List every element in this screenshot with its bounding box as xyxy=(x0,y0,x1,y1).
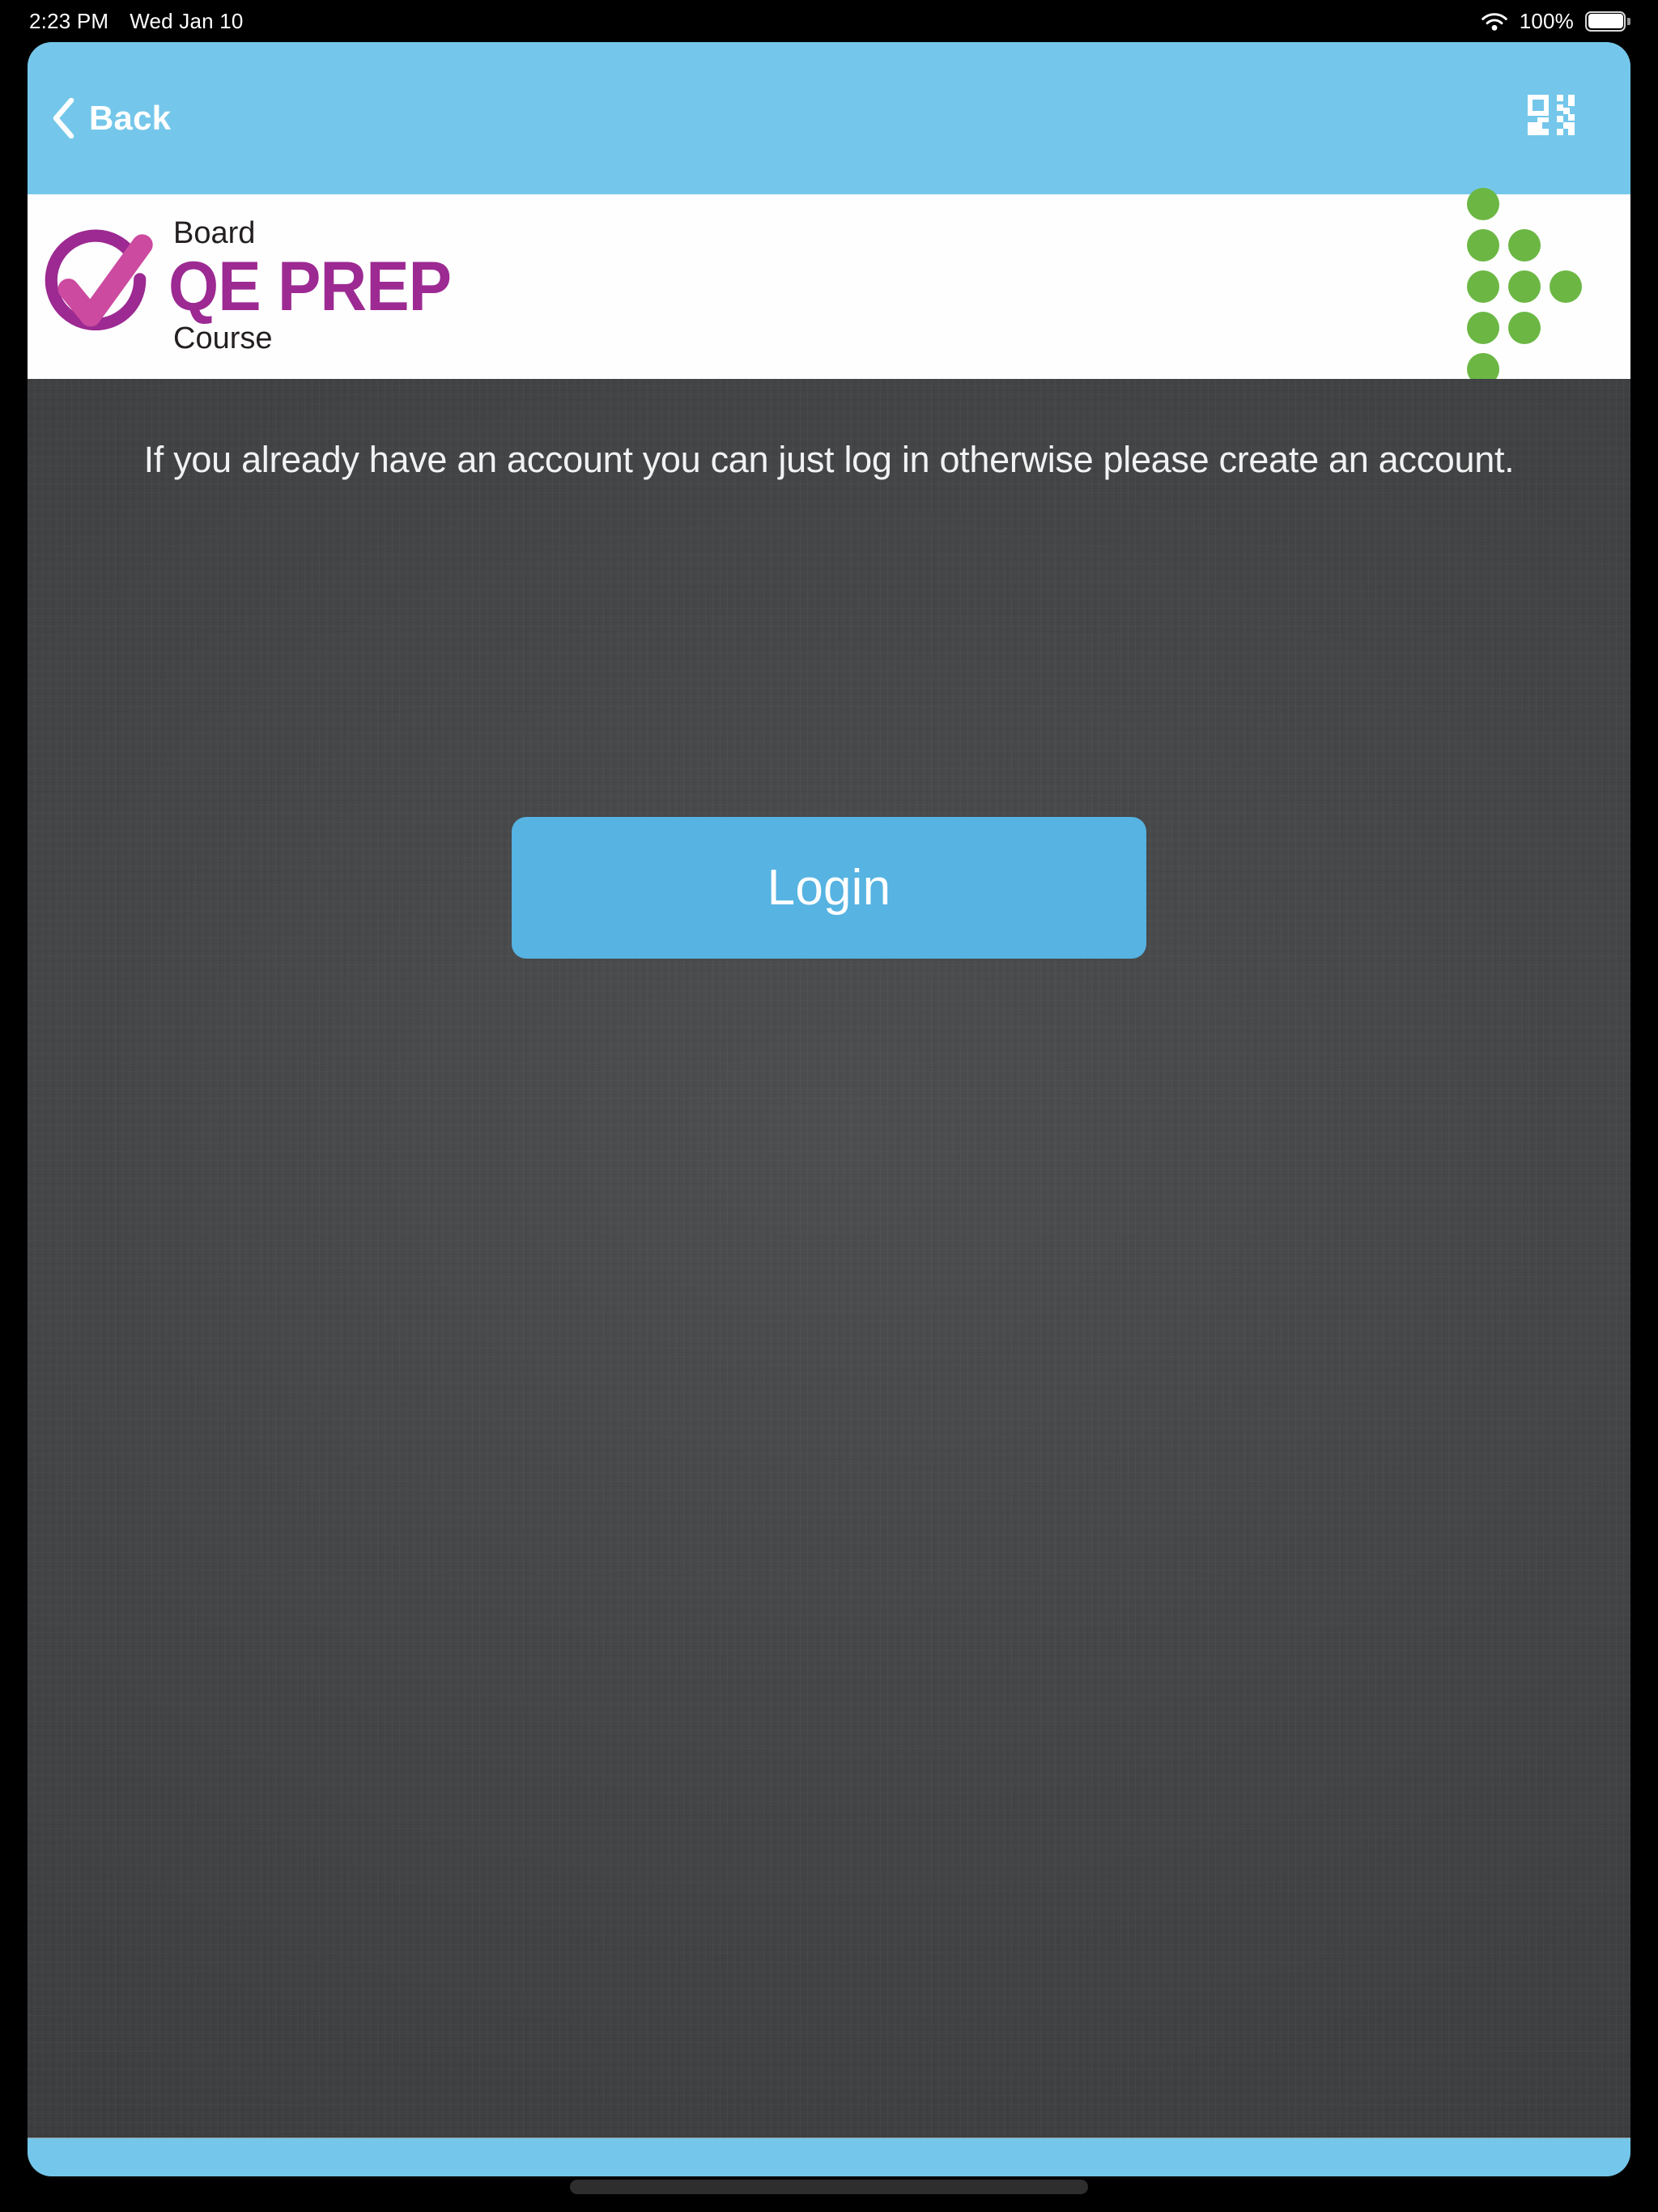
login-button[interactable]: Login xyxy=(512,817,1146,959)
content-area: If you already have an account you can j… xyxy=(28,379,1630,2176)
home-indicator[interactable] xyxy=(570,2180,1088,2194)
login-button-label: Login xyxy=(767,860,891,916)
green-dot-pattern-icon xyxy=(1467,188,1582,385)
dot-spacer xyxy=(1550,188,1582,220)
brand-logo: Board QE PREP Course xyxy=(34,216,472,355)
green-dot xyxy=(1467,188,1499,220)
status-bar-left: 2:23 PM Wed Jan 10 xyxy=(29,9,244,34)
green-dot xyxy=(1467,312,1499,344)
navigation-bar: Back xyxy=(28,42,1630,194)
brand-top-label: Board xyxy=(173,216,256,251)
status-bar-right: 100% xyxy=(1481,8,1630,34)
status-bar-time: 2:23 PM xyxy=(29,8,109,33)
brand-header-bar: Board QE PREP Course xyxy=(28,188,1630,385)
battery-full-icon xyxy=(1585,11,1630,32)
wifi-icon xyxy=(1481,11,1508,32)
dot-spacer xyxy=(1550,312,1582,344)
status-bar: 2:23 PM Wed Jan 10 100% xyxy=(0,0,1658,42)
back-button-label: Back xyxy=(89,99,172,137)
intro-message: If you already have an account you can j… xyxy=(143,439,1515,480)
green-dot xyxy=(1508,270,1541,303)
app-window: Back Board QE PREP Course If you already… xyxy=(28,42,1630,2176)
back-button[interactable]: Back xyxy=(36,90,187,147)
check-circle-logo-icon xyxy=(34,225,157,348)
qr-code-button[interactable] xyxy=(1522,89,1580,147)
bottom-toolbar xyxy=(28,2138,1630,2176)
qr-code-icon xyxy=(1526,93,1576,143)
green-dot xyxy=(1467,229,1499,262)
battery-percent-label: 100% xyxy=(1519,8,1574,33)
green-dot xyxy=(1467,270,1499,303)
brand-bottom-label: Course xyxy=(173,321,273,355)
green-dot xyxy=(1508,312,1541,344)
chevron-left-icon xyxy=(52,98,74,138)
green-dot xyxy=(1550,270,1582,303)
dot-spacer xyxy=(1550,229,1582,262)
brand-main-label: QE PREP xyxy=(168,248,452,325)
green-dot xyxy=(1508,229,1541,262)
status-bar-date: Wed Jan 10 xyxy=(130,8,244,33)
dot-spacer xyxy=(1508,188,1541,220)
brand-wordmark: Board QE PREP Course xyxy=(168,216,472,355)
